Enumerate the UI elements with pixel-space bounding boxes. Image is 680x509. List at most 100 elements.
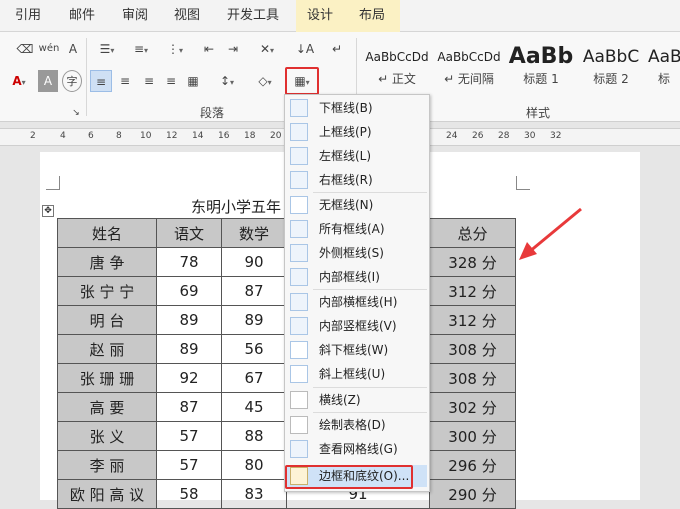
- char-shading-icon[interactable]: A: [38, 70, 58, 92]
- chinese-cell: 87: [156, 392, 222, 422]
- math-cell: 80: [221, 450, 287, 480]
- menu-item-left-border[interactable]: 左框线(L): [287, 145, 427, 167]
- align-right-icon[interactable]: ≡: [138, 70, 160, 92]
- menu-item-right-border[interactable]: 右框线(R): [287, 169, 427, 191]
- total-cell: 302 分: [429, 392, 516, 422]
- menu-label: 查看网格线(G): [319, 442, 398, 456]
- math-cell: 83: [221, 479, 287, 509]
- chinese-cell: 78: [156, 247, 222, 277]
- no-border-icon: [290, 196, 308, 214]
- total-cell: 308 分: [429, 363, 516, 393]
- ruler-mark: 4: [60, 131, 66, 141]
- decrease-indent-icon[interactable]: ⇤: [198, 38, 220, 60]
- multilevel-list-icon[interactable]: ⋮▾: [160, 38, 190, 60]
- paragraph-group-label: 段落: [200, 106, 225, 120]
- style-no-spacing[interactable]: AaBbCcDd ↵ 无间隔: [434, 44, 504, 90]
- all-borders-icon: [290, 220, 308, 238]
- font-color-icon[interactable]: A▾: [4, 70, 34, 92]
- justify-icon[interactable]: ≡: [160, 70, 182, 92]
- menu-item-diagonal-up-border[interactable]: 斜上框线(U): [287, 363, 427, 385]
- phonetic-guide-icon[interactable]: wén: [38, 38, 60, 60]
- style-heading1[interactable]: AaBb 标题 1: [506, 44, 576, 90]
- inside-vertical-border-icon: [290, 317, 308, 335]
- menu-label: 上框线(P): [319, 125, 372, 139]
- chinese-cell: 57: [156, 421, 222, 451]
- menu-item-no-border[interactable]: 无框线(N): [287, 194, 427, 216]
- menu-item-inside-horizontal-border[interactable]: 内部横框线(H): [287, 291, 427, 313]
- style-sample: AaBb: [508, 44, 574, 69]
- diagonal-down-border-icon: [290, 341, 308, 359]
- tab-review[interactable]: 审阅: [114, 0, 156, 32]
- sort-icon[interactable]: ↓A: [294, 38, 316, 60]
- menu-label: 右框线(R): [319, 173, 373, 187]
- menu-item-horizontal-line[interactable]: 横线(Z): [287, 389, 427, 411]
- name-cell: 张 珊 珊: [57, 363, 157, 393]
- ruler-mark: 30: [524, 131, 536, 141]
- name-cell: 唐 争: [57, 247, 157, 277]
- menu-label: 斜上框线(U): [319, 367, 386, 381]
- tab-view[interactable]: 视图: [166, 0, 208, 32]
- style-name: 标题 2: [593, 72, 629, 86]
- menu-label: 无框线(N): [319, 198, 374, 212]
- header-cell: 总分: [429, 218, 516, 248]
- bullets-icon[interactable]: ☰▾: [92, 38, 122, 60]
- header-cell: 数学: [221, 218, 287, 248]
- tab-design[interactable]: 设计: [296, 0, 344, 32]
- menu-item-view-gridlines[interactable]: 查看网格线(G): [287, 438, 427, 460]
- outside-borders-icon: [290, 244, 308, 262]
- name-cell: 赵 丽: [57, 334, 157, 364]
- menu-label: 所有框线(A): [319, 222, 385, 236]
- style-sample: AaBbCcDd: [437, 50, 501, 64]
- ruler-mark: 2: [30, 131, 36, 141]
- table-move-handle-icon[interactable]: ✥: [42, 205, 54, 217]
- menu-item-all-borders[interactable]: 所有框线(A): [287, 218, 427, 240]
- ruler-mark: 16: [218, 131, 230, 141]
- tab-references[interactable]: 引用: [8, 0, 48, 32]
- char-border-icon[interactable]: A: [62, 38, 84, 60]
- chinese-layout-icon[interactable]: ✕▾: [252, 38, 282, 60]
- menu-label: 左框线(L): [319, 149, 372, 163]
- menu-label: 内部竖框线(V): [319, 319, 397, 333]
- line-spacing-icon[interactable]: ↕▾: [212, 70, 242, 92]
- borders-dropdown-menu: 下框线(B) 上框线(P) 左框线(L) 右框线(R) 无框线(N) 所有框线(…: [284, 94, 430, 492]
- menu-label: 下框线(B): [319, 101, 373, 115]
- tab-developer[interactable]: 开发工具: [220, 0, 286, 32]
- menu-label: 外侧框线(S): [319, 246, 384, 260]
- style-name: 标: [657, 72, 670, 86]
- total-cell: 328 分: [429, 247, 516, 277]
- style-heading2[interactable]: AaBbC 标题 2: [576, 44, 646, 90]
- distributed-icon[interactable]: ▦: [182, 70, 204, 92]
- chinese-cell: 89: [156, 334, 222, 364]
- menu-item-inside-borders[interactable]: 内部框线(I): [287, 266, 427, 288]
- menu-item-diagonal-down-border[interactable]: 斜下框线(W): [287, 339, 427, 361]
- show-marks-icon[interactable]: ↵: [326, 38, 348, 60]
- menu-item-draw-table[interactable]: 绘制表格(D): [287, 414, 427, 436]
- borders-button-highlight: [285, 67, 319, 95]
- enclose-char-icon[interactable]: 字: [62, 70, 82, 92]
- menu-item-outside-borders[interactable]: 外侧框线(S): [287, 242, 427, 264]
- menu-item-bottom-border[interactable]: 下框线(B): [287, 97, 427, 119]
- numbering-icon[interactable]: ≡▾: [126, 38, 156, 60]
- name-cell: 张 宁 宁: [57, 276, 157, 306]
- tab-layout[interactable]: 布局: [344, 0, 400, 32]
- style-title[interactable]: AaB 标: [648, 44, 680, 90]
- align-left-icon[interactable]: ≡: [90, 70, 112, 92]
- menu-item-inside-vertical-border[interactable]: 内部竖框线(V): [287, 315, 427, 337]
- eraser-icon[interactable]: ⌫: [14, 38, 36, 60]
- chinese-cell: 89: [156, 305, 222, 335]
- math-cell: 56: [221, 334, 287, 364]
- increase-indent-icon[interactable]: ⇥: [222, 38, 244, 60]
- menu-item-top-border[interactable]: 上框线(P): [287, 121, 427, 143]
- tab-mailings[interactable]: 邮件: [60, 0, 104, 32]
- font-dialog-launcher-icon[interactable]: ↘: [70, 108, 82, 120]
- align-center-icon[interactable]: ≡: [114, 70, 136, 92]
- total-cell: 312 分: [429, 305, 516, 335]
- style-name: 标题 1: [523, 72, 559, 86]
- name-cell: 高 要: [57, 392, 157, 422]
- ruler-mark: 14: [192, 131, 204, 141]
- math-cell: 90: [221, 247, 287, 277]
- style-normal[interactable]: AaBbCcDd ↵ 正文: [362, 44, 432, 90]
- total-cell: 300 分: [429, 421, 516, 451]
- shading-icon[interactable]: ◇▾: [250, 70, 280, 92]
- bottom-border-icon: [290, 99, 308, 117]
